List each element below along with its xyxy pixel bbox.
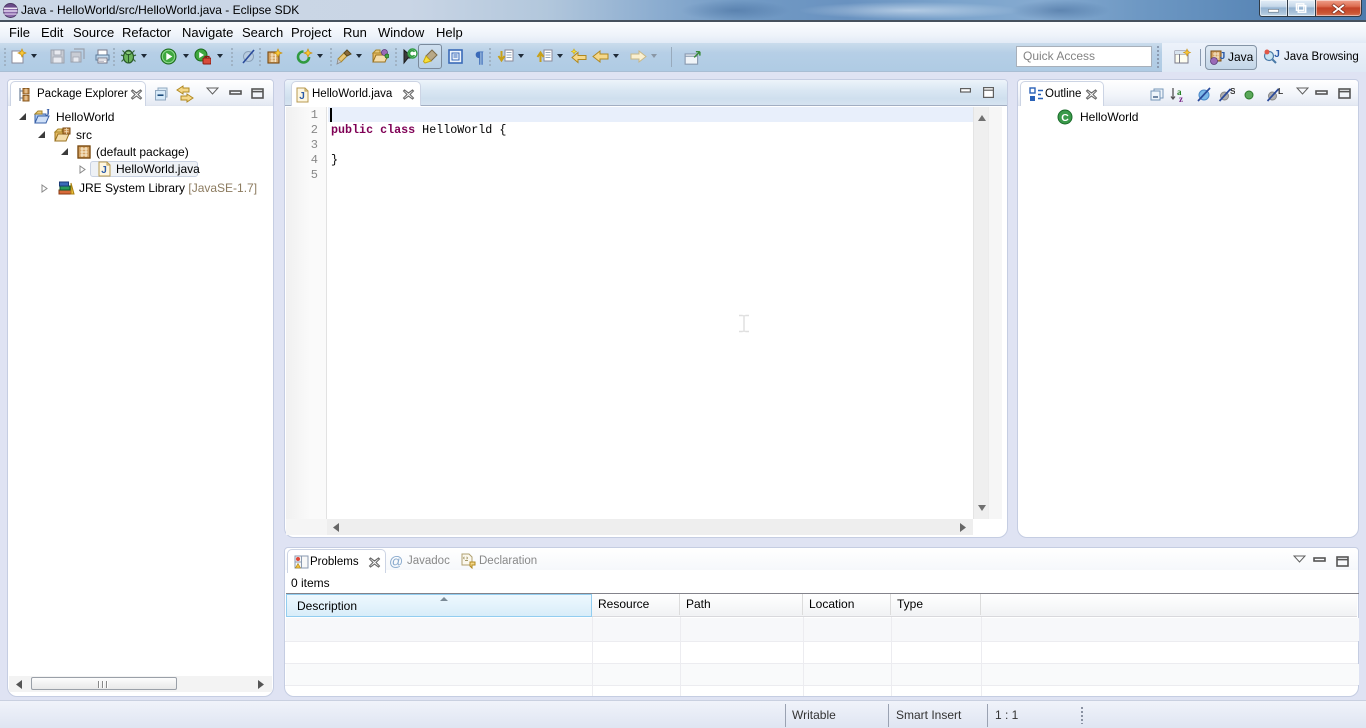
svg-text:J: J bbox=[45, 109, 50, 118]
svg-text:J: J bbox=[1220, 51, 1226, 62]
svg-text:C: C bbox=[1061, 112, 1069, 124]
svg-text:J: J bbox=[299, 91, 305, 102]
svg-text:J: J bbox=[1274, 49, 1280, 60]
svg-text:z: z bbox=[1179, 94, 1183, 103]
svg-text:J: J bbox=[101, 165, 107, 176]
svg-text:S: S bbox=[1230, 87, 1235, 96]
svg-text:¶: ¶ bbox=[475, 48, 484, 65]
svg-text:L: L bbox=[1278, 87, 1283, 96]
